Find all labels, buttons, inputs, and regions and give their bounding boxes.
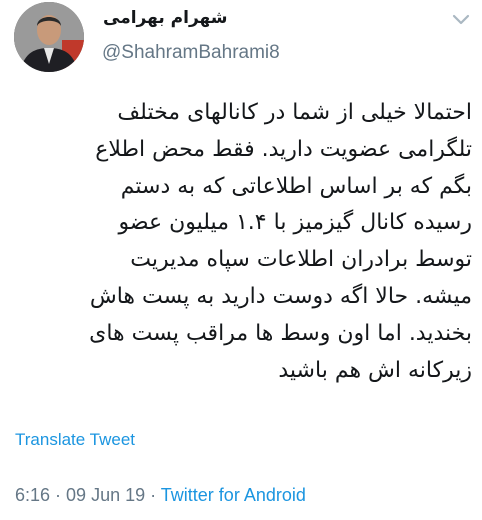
profile-photo <box>14 2 84 72</box>
tweet-line: تلگرامی عضویت دارید. فقط محض اطلاع <box>95 136 472 162</box>
translate-tweet-link[interactable]: Translate Tweet <box>15 430 135 450</box>
tweet-line: بخندید. اما اون وسط ها مراقب پست های <box>89 320 472 346</box>
tweet-line: توسط برادران اطلاعات سپاه مدیریت <box>130 247 472 273</box>
tweet-line: احتمالا خیلی از شما در کانالهای مختلف <box>117 100 472 125</box>
tweet-line: زیرکانه اش هم باشید <box>278 357 472 383</box>
tweet-text: احتمالا خیلی از شما در کانالهای مختلف تل… <box>10 95 472 389</box>
chevron-down-icon[interactable] <box>452 14 470 26</box>
separator: · <box>145 485 161 505</box>
avatar[interactable] <box>14 2 84 72</box>
separator: · <box>50 485 67 505</box>
tweet-meta: 6:16 · 09 Jun 19 · Twitter for Android <box>15 485 306 506</box>
tweet-date[interactable]: 09 Jun 19 <box>66 485 145 505</box>
tweet-time[interactable]: 6:16 <box>15 485 50 505</box>
tweet-line: رسیده کانال گیزمیز با ۱.۴ میلیون عضو <box>118 210 472 236</box>
tweet-line: بگم که بر اساس اطلاعاتی که به دستم <box>120 173 472 199</box>
display-name[interactable]: شهرام بهرامی <box>103 8 227 28</box>
tweet-source-link[interactable]: Twitter for Android <box>161 485 306 505</box>
tweet-line: میشه. حالا اگه دوست دارید به پست هاش <box>89 283 472 309</box>
user-handle[interactable]: @ShahramBahrami8 <box>102 42 280 64</box>
